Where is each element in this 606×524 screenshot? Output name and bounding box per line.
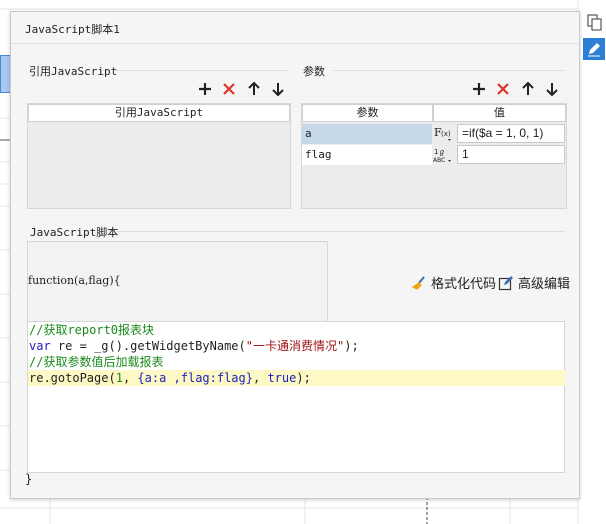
format-code-label: 格式化代码 bbox=[431, 276, 497, 291]
arrow-down-icon bbox=[546, 83, 558, 96]
arrow-up-icon bbox=[522, 82, 534, 95]
function-signature: function(a,flag){ bbox=[28, 274, 121, 287]
format-code-button[interactable]: 格式化代码 bbox=[411, 273, 496, 292]
param-value-input[interactable]: 1 bbox=[457, 145, 565, 164]
code-text: ); bbox=[296, 371, 311, 385]
edit-box-icon bbox=[498, 275, 513, 290]
params-section-line bbox=[333, 70, 565, 71]
code-text: , bbox=[252, 371, 268, 385]
params-move-up-button[interactable] bbox=[518, 79, 538, 99]
code-string: "一卡通消费情况" bbox=[245, 339, 345, 353]
function-closing-brace: } bbox=[25, 472, 33, 486]
delete-icon bbox=[223, 83, 235, 95]
code-object: {a:a ,flag:flag} bbox=[137, 371, 253, 385]
script-section-label: JavaScript脚本 bbox=[30, 226, 119, 239]
code-comment: //获取report0报表块 bbox=[29, 323, 155, 337]
refs-delete-button[interactable] bbox=[219, 79, 239, 99]
params-delete-button[interactable] bbox=[493, 79, 513, 99]
refs-move-up-button[interactable] bbox=[244, 79, 264, 99]
advanced-edit-button[interactable]: 高级编辑 bbox=[498, 273, 570, 292]
code-line: //获取report0报表块 bbox=[28, 322, 565, 338]
param-row[interactable]: a F (x) =if($a = 1, 0, 1) bbox=[302, 124, 565, 144]
text-type-icon[interactable]: 1ℊ ABC bbox=[432, 145, 455, 165]
code-editor[interactable]: //获取report0报表块 var re = _g().getWidgetBy… bbox=[27, 321, 565, 473]
add-icon bbox=[199, 83, 211, 95]
refs-add-button[interactable] bbox=[195, 79, 215, 99]
dialog-title: JavaScript脚本1 bbox=[25, 23, 120, 36]
code-text: , bbox=[122, 371, 138, 385]
arrow-down-icon bbox=[272, 83, 284, 96]
code-text: ); bbox=[344, 339, 359, 353]
svg-text:(x): (x) bbox=[441, 130, 451, 138]
params-column-value: 值 bbox=[433, 104, 566, 122]
right-side-toolbar bbox=[578, 10, 606, 70]
params-section-label: 参数 bbox=[303, 65, 325, 78]
title-divider bbox=[11, 43, 579, 44]
delete-icon bbox=[497, 83, 509, 95]
param-name[interactable]: flag bbox=[302, 145, 432, 165]
svg-text:1ℊ: 1ℊ bbox=[434, 148, 445, 157]
copy-icon[interactable] bbox=[583, 12, 605, 34]
param-name[interactable]: a bbox=[302, 124, 432, 144]
refs-section-line bbox=[115, 70, 287, 71]
code-line: var re = _g().getWidgetByName("一卡通消费情况")… bbox=[28, 338, 565, 354]
add-icon bbox=[473, 83, 485, 95]
formula-icon[interactable]: F (x) bbox=[432, 124, 455, 144]
params-table-panel: 参数 值 a F (x) =if($a = 1, 0, 1) flag 1ℊ A… bbox=[301, 103, 567, 209]
refs-section-label: 引用JavaScript bbox=[29, 65, 118, 78]
code-number: 1 bbox=[115, 371, 123, 385]
param-row[interactable]: flag 1ℊ ABC 1 bbox=[302, 145, 565, 165]
code-line: //获取参数值后加载报表 bbox=[28, 354, 565, 370]
arrow-up-icon bbox=[248, 82, 260, 95]
svg-text:ABC: ABC bbox=[433, 157, 445, 164]
script-section-line bbox=[117, 231, 565, 232]
code-comment: //获取参数值后加载报表 bbox=[29, 355, 164, 369]
refs-move-down-button[interactable] bbox=[268, 79, 288, 99]
refs-list-panel[interactable]: 引用JavaScript bbox=[27, 103, 291, 209]
params-column-name: 参数 bbox=[302, 104, 433, 122]
javascript-dialog: JavaScript脚本1 引用JavaScript 引用JavaScript … bbox=[10, 11, 580, 499]
advanced-edit-label: 高级编辑 bbox=[518, 276, 571, 291]
refs-column-header: 引用JavaScript bbox=[28, 104, 290, 122]
code-text: re.gotoPage( bbox=[29, 371, 116, 385]
code-keyword: true bbox=[267, 371, 297, 385]
code-line-highlighted: re.gotoPage(1, {a:a ,flag:flag}, true); bbox=[28, 370, 565, 386]
edit-pencil-icon[interactable] bbox=[583, 38, 605, 60]
code-text: re = _g().getWidgetByName( bbox=[50, 339, 246, 353]
param-value-input[interactable]: =if($a = 1, 0, 1) bbox=[457, 124, 565, 143]
params-add-button[interactable] bbox=[469, 79, 489, 99]
code-keyword: var bbox=[29, 339, 51, 353]
params-move-down-button[interactable] bbox=[542, 79, 562, 99]
broom-icon bbox=[412, 275, 425, 290]
